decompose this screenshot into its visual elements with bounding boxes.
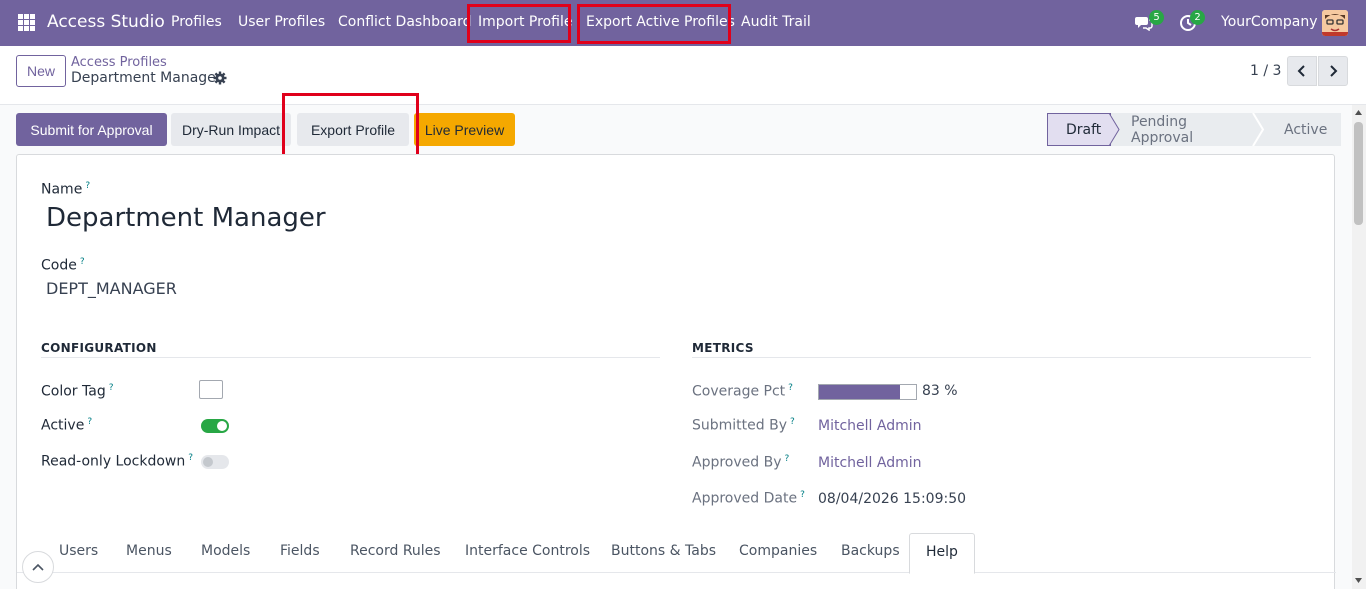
pager-next-button[interactable] [1318, 56, 1348, 86]
breadcrumb-current: Department Manager [71, 70, 222, 86]
coverage-value: 83 % [922, 383, 958, 399]
coverage-progress-bar [818, 384, 917, 400]
messages-badge: 5 [1149, 10, 1164, 25]
approved-by-value[interactable]: Mitchell Admin [818, 455, 922, 471]
tab-buttons-tabs[interactable]: Buttons & Tabs [611, 543, 716, 559]
tab-help[interactable]: Help [909, 533, 975, 574]
pager-value[interactable]: 1 / 3 [1250, 63, 1281, 79]
dry-run-impact-button[interactable]: Dry-Run Impact [171, 113, 291, 146]
active-label: Active? [41, 417, 93, 434]
submitted-by-label: Submitted By? [692, 417, 795, 434]
menu-profiles[interactable]: Profiles [171, 14, 222, 30]
code-field[interactable]: DEPT_MANAGER [46, 279, 177, 298]
status-arrows [1108, 113, 1265, 146]
menu-audit-trail[interactable]: Audit Trail [741, 14, 811, 30]
notebook-tabs: Users Menus Models Fields Record Rules I… [17, 533, 1336, 574]
submit-for-approval-button[interactable]: Submit for Approval [16, 113, 167, 146]
stage-draft[interactable]: Draft [1047, 113, 1111, 146]
highlight-export-active-profiles [577, 4, 731, 44]
tab-backups[interactable]: Backups [841, 543, 900, 559]
configuration-section-title: CONFIGURATION [41, 341, 157, 355]
scroll-top-button[interactable] [22, 551, 54, 583]
tab-companies[interactable]: Companies [739, 543, 817, 559]
lockdown-toggle[interactable] [201, 455, 229, 469]
submitted-by-value[interactable]: Mitchell Admin [818, 418, 922, 434]
metrics-divider [692, 357, 1311, 358]
chevron-left-icon [1297, 65, 1305, 77]
configuration-divider [41, 357, 660, 358]
form-sheet: Name? Department Manager Code? DEPT_MANA… [16, 154, 1336, 589]
new-button[interactable]: New [16, 55, 66, 87]
pager-previous-button[interactable] [1287, 56, 1317, 86]
lockdown-label: Read-only Lockdown? [41, 453, 194, 470]
scroll-up-arrow-icon[interactable] [1354, 108, 1363, 117]
approved-by-label: Approved By? [692, 454, 790, 471]
menu-conflict-dashboard[interactable]: Conflict Dashboard [338, 14, 472, 30]
metrics-section-title: METRICS [692, 341, 754, 355]
tab-menus[interactable]: Menus [126, 543, 172, 559]
scroll-down-arrow-icon[interactable] [1354, 576, 1363, 585]
name-field[interactable]: Department Manager [46, 203, 326, 233]
apps-grid-icon[interactable] [18, 14, 35, 31]
chevron-right-icon [1330, 65, 1338, 77]
tab-record-rules[interactable]: Record Rules [350, 543, 441, 559]
live-preview-button[interactable]: Live Preview [414, 113, 515, 146]
control-panel: New Access Profiles Department Manager 1… [0, 46, 1366, 105]
menu-user-profiles[interactable]: User Profiles [238, 14, 325, 30]
approved-date-label: Approved Date? [692, 490, 805, 507]
stage-active[interactable]: Active [1254, 113, 1341, 146]
code-label: Code? [41, 257, 85, 274]
coverage-label: Coverage Pct? [692, 383, 793, 400]
user-avatar[interactable] [1322, 10, 1348, 36]
chevron-up-icon [32, 563, 44, 571]
gear-icon[interactable] [213, 71, 227, 85]
tab-models[interactable]: Models [201, 543, 250, 559]
name-label: Name? [41, 181, 91, 198]
highlight-import-profile [467, 4, 571, 43]
color-tag-picker[interactable] [199, 380, 223, 399]
scrollbar-thumb[interactable] [1354, 122, 1363, 225]
tab-interface-controls[interactable]: Interface Controls [465, 543, 590, 559]
tab-fields[interactable]: Fields [280, 543, 320, 559]
color-tag-label: Color Tag? [41, 383, 114, 400]
active-toggle[interactable] [201, 419, 229, 433]
activities-badge: 2 [1190, 10, 1205, 25]
tab-users[interactable]: Users [59, 543, 98, 559]
app-brand[interactable]: Access Studio [47, 12, 165, 32]
breadcrumb-parent[interactable]: Access Profiles [71, 55, 167, 70]
company-switcher[interactable]: YourCompany [1221, 14, 1318, 30]
approved-date-value: 08/04/2026 15:09:50 [818, 491, 967, 507]
